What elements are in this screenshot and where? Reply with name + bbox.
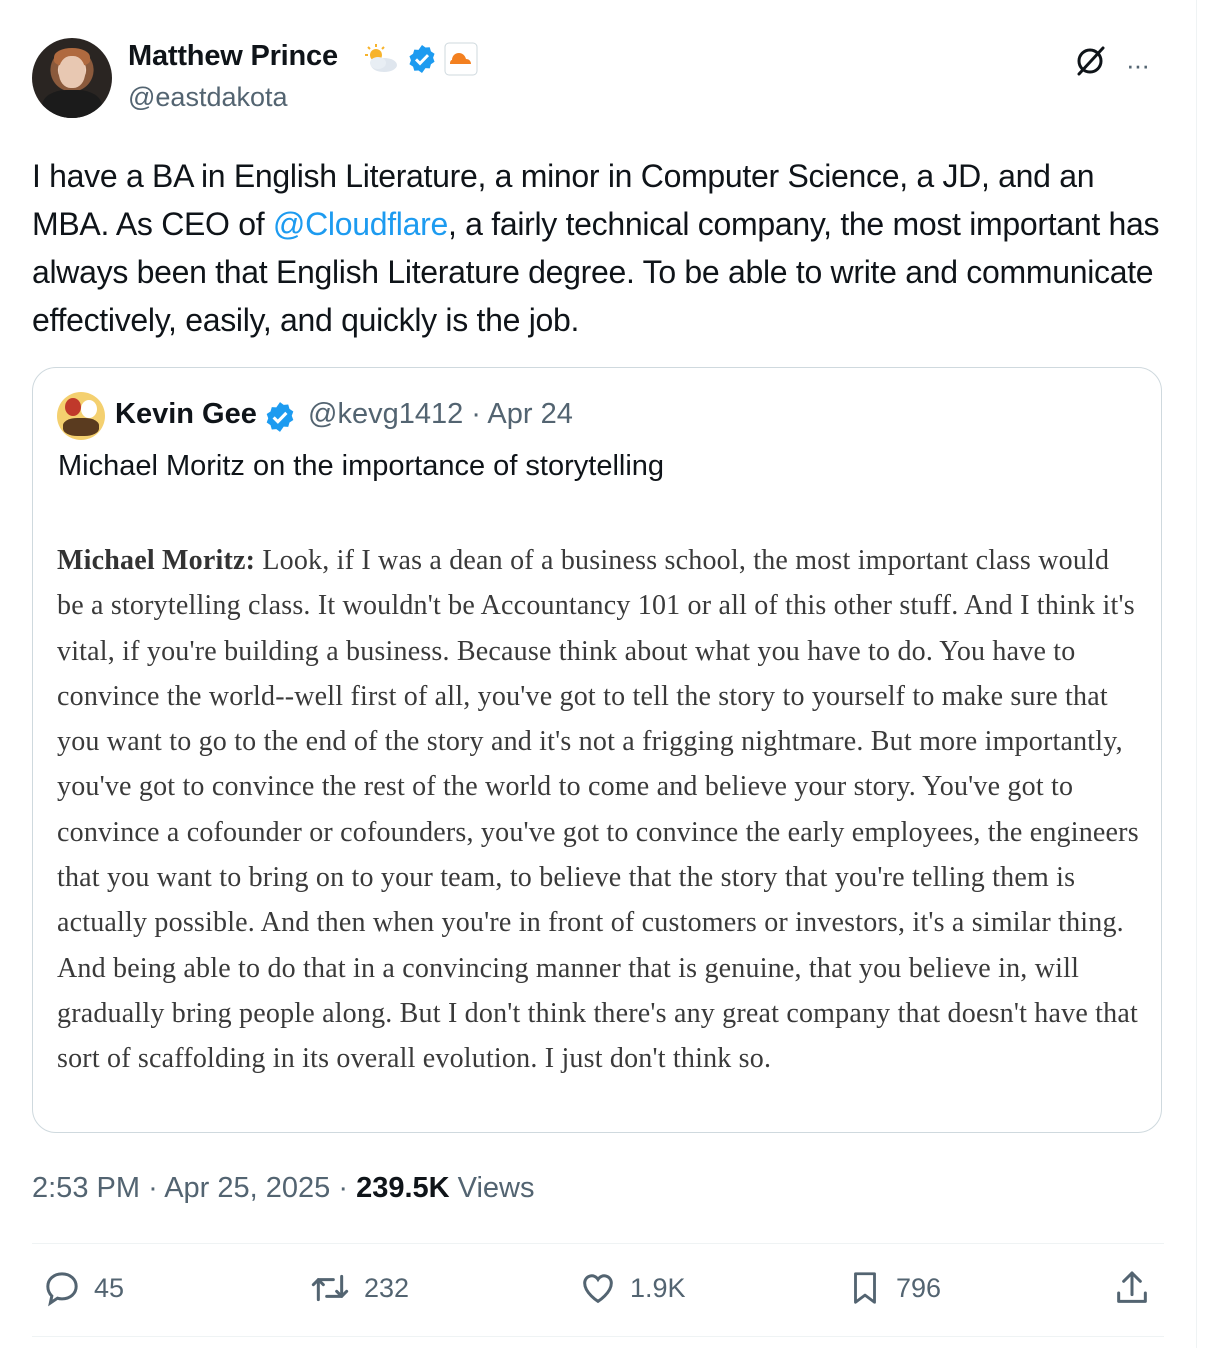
bookmark-count: 796 [896, 1272, 942, 1303]
like-icon [583, 1274, 613, 1304]
quote-date[interactable]: · Apr 24 [471, 398, 573, 430]
quote-author-handle-date[interactable]: @kevg1412 · Apr 24 [308, 398, 573, 431]
verified-badge-icon[interactable] [406, 43, 438, 75]
meta-separator: · [338, 1172, 349, 1204]
bookmark-icon [854, 1272, 876, 1304]
tweet-time[interactable]: 2:53 PM [32, 1172, 140, 1204]
views-count: 239.5K [356, 1172, 450, 1204]
more-icon[interactable]: ··· [1126, 50, 1150, 81]
author-handle[interactable]: @eastdakota [128, 82, 288, 113]
reply-button[interactable]: 45 [42, 1268, 124, 1308]
quote-text: Michael Moritz on the importance of stor… [58, 450, 665, 482]
views-label: Views [457, 1172, 535, 1204]
column-border [1196, 0, 1197, 1348]
image-speaker: Michael Moritz: [57, 545, 256, 576]
reply-icon [46, 1272, 78, 1307]
grok-icon[interactable] [1073, 44, 1107, 78]
quote-author-name[interactable]: Kevin Gee [115, 398, 257, 431]
verified-badge-icon[interactable] [263, 400, 297, 434]
retweet-icon [311, 1274, 349, 1302]
weather-sun-cloud-icon [365, 44, 397, 72]
reply-count: 45 [94, 1272, 125, 1303]
share-icon [1117, 1271, 1147, 1303]
quote-tweet-card[interactable]: Kevin Gee @kevg1412 · Apr 24 Michael Mor… [32, 367, 1162, 1133]
quote-author-handle[interactable]: @kevg1412 [308, 398, 463, 430]
divider [32, 1243, 1164, 1244]
image-text: Look, if I was a dean of a business scho… [57, 545, 1139, 1075]
like-count: 1.9K [630, 1272, 686, 1303]
like-button[interactable]: 1.9K [578, 1268, 686, 1308]
bookmark-button[interactable]: 796 [846, 1268, 941, 1308]
retweet-button[interactable]: 232 [308, 1268, 409, 1308]
meta-separator: · [148, 1172, 158, 1204]
tweet-text: I have a BA in English Literature, a min… [32, 152, 1172, 344]
cloudflare-logo-icon[interactable] [444, 42, 478, 76]
divider [32, 1336, 1164, 1337]
share-button[interactable] [1112, 1268, 1152, 1308]
author-badges [360, 42, 478, 76]
quote-image-transcript[interactable]: Michael Moritz: Look, if I was a dean of… [57, 538, 1141, 1082]
retweet-count: 232 [364, 1272, 410, 1303]
author-avatar[interactable] [32, 38, 112, 118]
tweet-date[interactable]: Apr 25, 2025 [164, 1172, 330, 1204]
author-name[interactable]: Matthew Prince [128, 40, 338, 73]
quote-author-avatar[interactable] [57, 392, 105, 440]
mention-link[interactable]: @Cloudflare [273, 206, 448, 242]
tweet-meta: 2:53 PM · Apr 25, 2025 · 239.5K Views [32, 1172, 535, 1205]
